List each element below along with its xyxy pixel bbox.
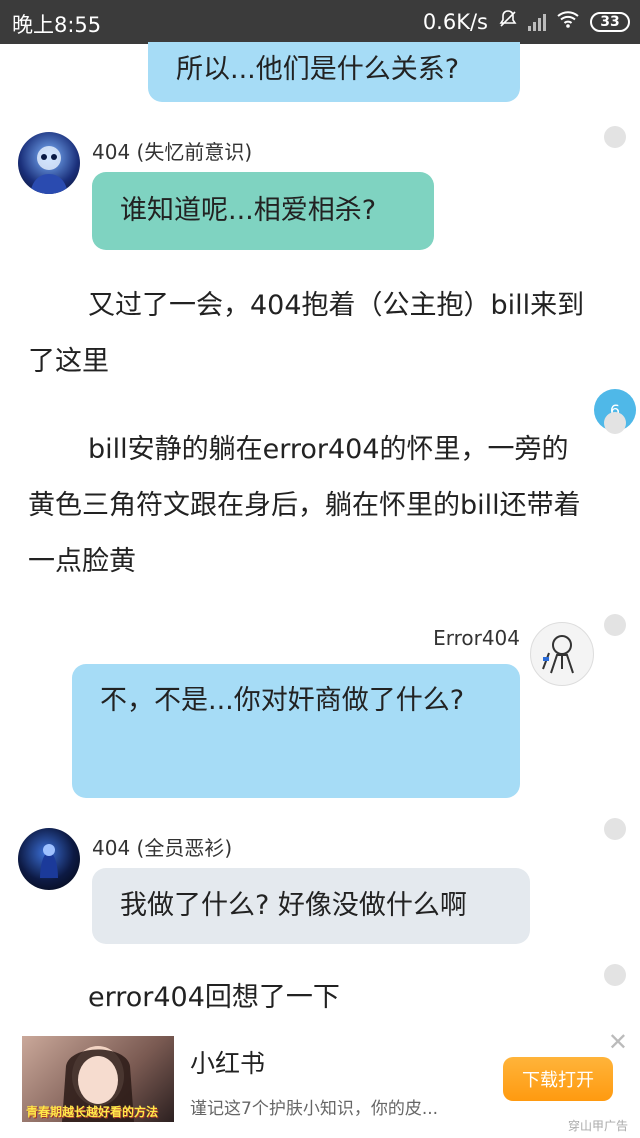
narration-paragraph: bill安静的躺在error404的怀里，一旁的黄色三角符文跟在身后，躺在怀里的… [28, 434, 581, 577]
sender-name: 404 (失忆前意识) [92, 140, 253, 164]
more-dot[interactable] [604, 614, 626, 636]
message-text: 我做了什么? 好像没做什么啊 [120, 890, 467, 921]
character-avatar-icon [30, 146, 68, 194]
signal-icon [528, 13, 546, 31]
status-icons: 0.6K/s 33 [423, 9, 630, 34]
message-text: 谁知道呢...相爱相杀? [120, 195, 377, 226]
character-avatar-icon [40, 844, 58, 878]
more-dot[interactable] [604, 412, 626, 434]
character-sketch-icon [542, 635, 574, 674]
close-icon[interactable]: ✕ [608, 1028, 628, 1056]
avatar[interactable] [18, 828, 80, 890]
ad-thumbnail[interactable]: 青春期越长越好看的方法 [22, 1036, 174, 1122]
status-time: 晚上8:55 [12, 13, 102, 37]
message-bubble-3: 不，不是...你对奸商做了什么? [72, 664, 520, 798]
narration-paragraph: error404回想了一下 [88, 982, 340, 1013]
more-dot[interactable] [604, 964, 626, 986]
chat-thread[interactable]: 所以...他们是什么关系? 404 (失忆前意识) 谁知道呢...相爱相杀? 又… [0, 42, 640, 1024]
wifi-icon [556, 9, 580, 34]
ad-title[interactable]: 小红书 [190, 1044, 265, 1080]
ad-download-button[interactable]: 下载打开 [503, 1057, 613, 1101]
ad-description[interactable]: 谨记这7个护肤小知识，你的皮... [190, 1094, 438, 1119]
ad-banner[interactable]: 青春期越长越好看的方法 小红书 谨记这7个护肤小知识，你的皮... 下载打开 ✕… [0, 1024, 640, 1138]
avatar[interactable] [18, 132, 80, 194]
ad-label: 穿山甲广告 [567, 1119, 628, 1133]
battery-icon: 33 [590, 11, 630, 32]
sender-name: 404 (全员恶衫) [92, 836, 233, 860]
mute-bell-icon [498, 9, 518, 34]
more-dot[interactable] [604, 818, 626, 840]
message-text: 不，不是...你对奸商做了什么? [100, 685, 465, 716]
narration-paragraph: 又过了一会，404抱着（公主抱）bill来到了这里 [28, 290, 585, 377]
message-bubble-1: 所以...他们是什么关系? [148, 42, 520, 102]
status-bar: 晚上8:55 0.6K/s 33 [0, 0, 640, 44]
avatar[interactable] [530, 622, 594, 686]
message-bubble-4: 我做了什么? 好像没做什么啊 [92, 868, 530, 944]
network-speed: 0.6K/s [422, 9, 488, 34]
ad-thumbnail-caption: 青春期越长越好看的方法 [26, 1105, 159, 1119]
sender-name: Error404 [433, 626, 520, 650]
message-text: 所以...他们是什么关系? [176, 54, 460, 85]
message-bubble-2: 谁知道呢...相爱相杀? [92, 172, 434, 250]
more-dot[interactable] [604, 126, 626, 148]
